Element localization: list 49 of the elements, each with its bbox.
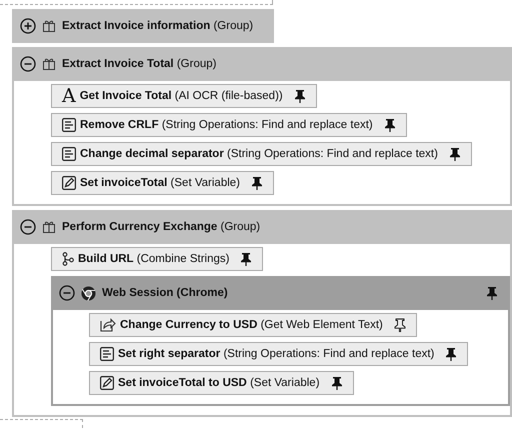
pencil-icon xyxy=(62,176,76,190)
group-label: Extract Invoice Total (Group) xyxy=(62,58,216,70)
group-header[interactable]: Web Session (Chrome) xyxy=(51,276,510,310)
action-step[interactable]: Build URL (Combine Strings) xyxy=(51,247,264,271)
step-label: Set right separator (String Operations: Find and replace text) xyxy=(118,348,434,360)
pin-icon[interactable] xyxy=(384,118,396,132)
step-label: Get Invoice Total (AI OCR (file-based)) xyxy=(80,90,283,102)
group-header[interactable]: Extract Invoice information (Group) xyxy=(12,9,274,43)
collapse-icon[interactable] xyxy=(59,285,75,301)
action-step[interactable]: A Get Invoice Total (AI OCR (file-based)) xyxy=(51,84,317,108)
group-header[interactable]: Perform Currency Exchange (Group) xyxy=(12,210,512,244)
pin-icon[interactable] xyxy=(251,176,264,190)
action-step[interactable]: Remove CRLF (String Operations: Find and replace text) xyxy=(51,113,407,137)
pin-icon[interactable] xyxy=(445,347,458,361)
expand-icon[interactable] xyxy=(20,18,36,34)
text-lines-icon xyxy=(62,147,76,161)
letter-icon: A xyxy=(62,88,76,104)
action-step[interactable]: Set right separator (String Operations: Find and replace text) xyxy=(89,342,468,366)
pin-icon[interactable] xyxy=(394,318,406,332)
group-header[interactable]: Extract Invoice Total (Group) xyxy=(12,47,512,81)
step-label: Change Currency to USD (Get Web Element Text) xyxy=(120,319,383,331)
action-step[interactable]: Change decimal separator (String Operations: Find and replace text) xyxy=(51,142,472,166)
pin-icon[interactable] xyxy=(330,376,343,390)
text-lines-icon xyxy=(62,118,76,132)
browser-icon xyxy=(81,286,96,300)
group-icon xyxy=(42,221,56,233)
branch-icon xyxy=(62,252,74,266)
step-label: Remove CRLF (String Operations: Find and replace text) xyxy=(80,119,373,131)
group-label: Extract Invoice information (Group) xyxy=(62,20,254,32)
group-label: Perform Currency Exchange (Group) xyxy=(62,221,260,233)
step-label: Change decimal separator (String Operations: Find and replace text) xyxy=(80,148,438,160)
group-icon xyxy=(42,20,56,32)
pin-icon[interactable] xyxy=(294,89,306,103)
step-label: Build URL (Combine Strings) xyxy=(78,253,230,265)
pin-icon[interactable] xyxy=(448,147,461,161)
text-lines-icon xyxy=(100,347,114,361)
pin-icon[interactable] xyxy=(240,252,252,266)
step-label: Set invoiceTotal (Set Variable) xyxy=(80,177,240,189)
pencil-icon xyxy=(100,376,114,390)
action-step[interactable]: Change Currency to USD (Get Web Element Text) xyxy=(89,313,417,337)
step-label: Set invoiceTotal to USD (Set Variable) xyxy=(118,377,320,389)
collapse-icon[interactable] xyxy=(20,219,36,235)
share-icon xyxy=(100,318,116,332)
action-step[interactable]: Set invoiceTotal to USD (Set Variable) xyxy=(89,371,354,395)
action-step[interactable]: Set invoiceTotal (Set Variable) xyxy=(51,171,274,195)
pin-icon[interactable] xyxy=(486,286,498,300)
group-icon xyxy=(42,58,56,70)
collapse-icon[interactable] xyxy=(20,56,36,72)
group-label: Web Session (Chrome) xyxy=(102,287,228,299)
